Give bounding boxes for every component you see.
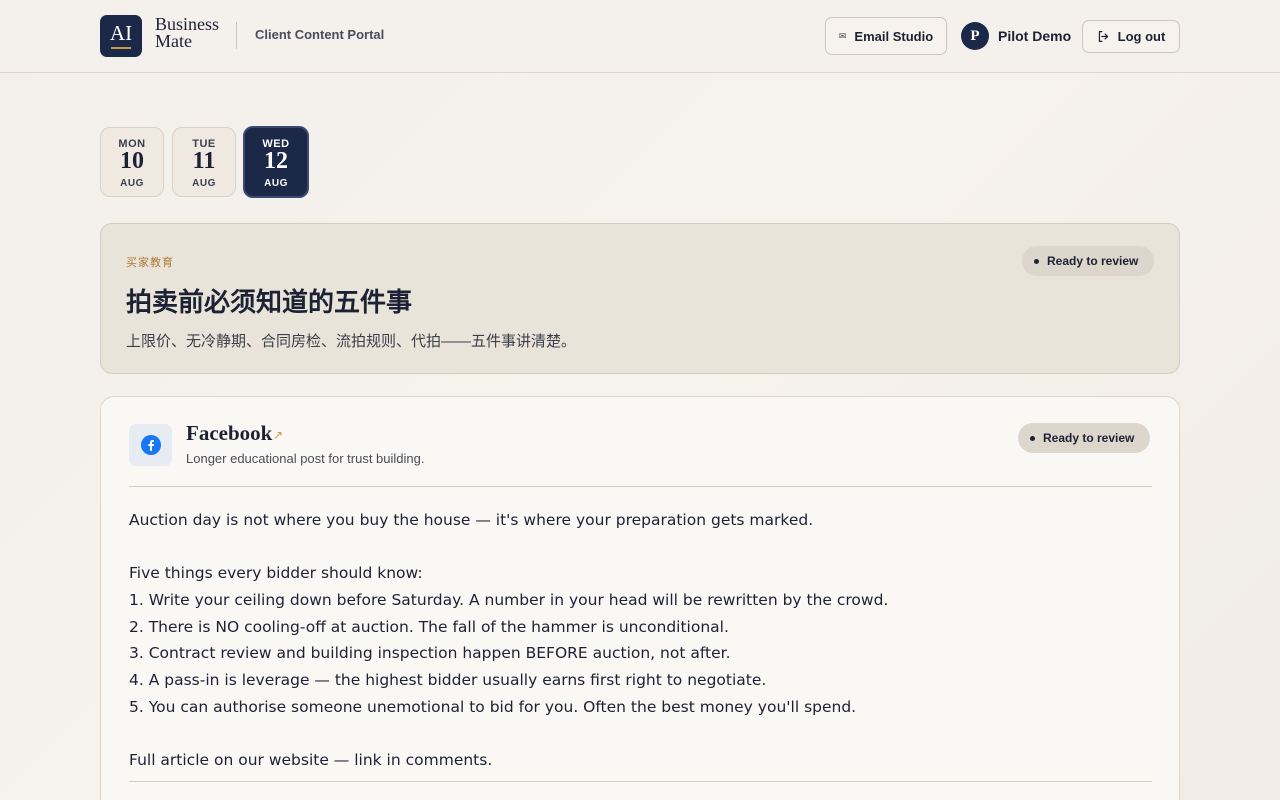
- email-studio-button[interactable]: ✉ Email Studio: [825, 17, 947, 55]
- post-line: 3. Contract review and building inspecti…: [129, 644, 731, 663]
- content-title: 拍卖前必须知道的五件事: [126, 287, 413, 317]
- logout-icon: [1098, 31, 1108, 42]
- facebook-icon-tile: [129, 424, 172, 466]
- facebook-icon: [140, 435, 161, 455]
- day-month: AUG: [120, 178, 144, 189]
- logo-mark: AI: [100, 15, 142, 57]
- status-badge-label: Ready to review: [1043, 431, 1135, 445]
- status-badge: Ready to review: [1018, 423, 1151, 453]
- post-body: Auction day is not where you buy the hou…: [129, 507, 1129, 774]
- avatar[interactable]: P: [961, 22, 989, 50]
- day-number: 10: [120, 148, 144, 174]
- divider: [129, 781, 1152, 782]
- platform-name: Facebook: [186, 421, 273, 445]
- header-divider: [236, 22, 237, 49]
- post-line: Auction day is not where you buy the hou…: [129, 511, 814, 529]
- logo-text: AI: [109, 21, 133, 45]
- platform-description: Longer educational post for trust buildi…: [186, 451, 425, 466]
- email-studio-label: Email Studio: [854, 28, 934, 44]
- post-line: [129, 534, 1129, 561]
- content-subtitle: 上限价、无冷静期、合同房检、流拍规则、代拍——五件事讲清楚。: [126, 333, 577, 350]
- post-line: Full article on our website — link in co…: [129, 751, 493, 770]
- external-link-icon[interactable]: ↗: [273, 428, 283, 442]
- status-dot-icon: [1034, 258, 1039, 264]
- post-line: 5. You can authorise someone unemotional…: [129, 697, 857, 716]
- user-name: Pilot Demo: [998, 28, 1072, 44]
- day-number: 11: [192, 148, 216, 174]
- status-badge-label: Ready to review: [1047, 254, 1139, 268]
- day-number: 12: [264, 148, 288, 174]
- day-tab-wed[interactable]: WED 12 AUG: [243, 126, 309, 198]
- post-line: 4. A pass-in is leverage — the highest b…: [129, 671, 767, 690]
- post-line: 1. Write your ceiling down before Saturd…: [129, 591, 889, 610]
- brand-line-2: Mate: [155, 31, 192, 51]
- day-month: AUG: [264, 178, 288, 189]
- post-line: [129, 721, 1129, 748]
- post-line: 2. There is NO cooling-off at auction. T…: [129, 617, 729, 636]
- portal-label: Client Content Portal: [255, 27, 385, 42]
- day-tab-tue[interactable]: TUE 11 AUG: [172, 127, 236, 197]
- top-header: AI Business Mate Client Content Portal ✉…: [0, 0, 1280, 73]
- logout-label: Log out: [1117, 29, 1166, 44]
- brand-name: Business Mate: [155, 15, 219, 51]
- post-line: Five things every bidder should know:: [129, 564, 423, 583]
- envelope-icon: ✉: [838, 30, 847, 41]
- day-month: AUG: [192, 178, 216, 189]
- day-tab-mon[interactable]: MON 10 AUG: [100, 127, 164, 197]
- content-summary-card: 买家教育 拍卖前必须知道的五件事 上限价、无冷静期、合同房检、流拍规则、代拍——…: [100, 223, 1180, 374]
- status-badge: Ready to review: [1022, 246, 1155, 276]
- logo-underline: [111, 47, 131, 49]
- category-label: 买家教育: [126, 257, 174, 269]
- divider: [129, 486, 1152, 487]
- status-dot-icon: [1030, 435, 1035, 441]
- facebook-post-card: Facebook ↗ Longer educational post for t…: [100, 396, 1180, 800]
- logout-button[interactable]: Log out: [1082, 20, 1180, 53]
